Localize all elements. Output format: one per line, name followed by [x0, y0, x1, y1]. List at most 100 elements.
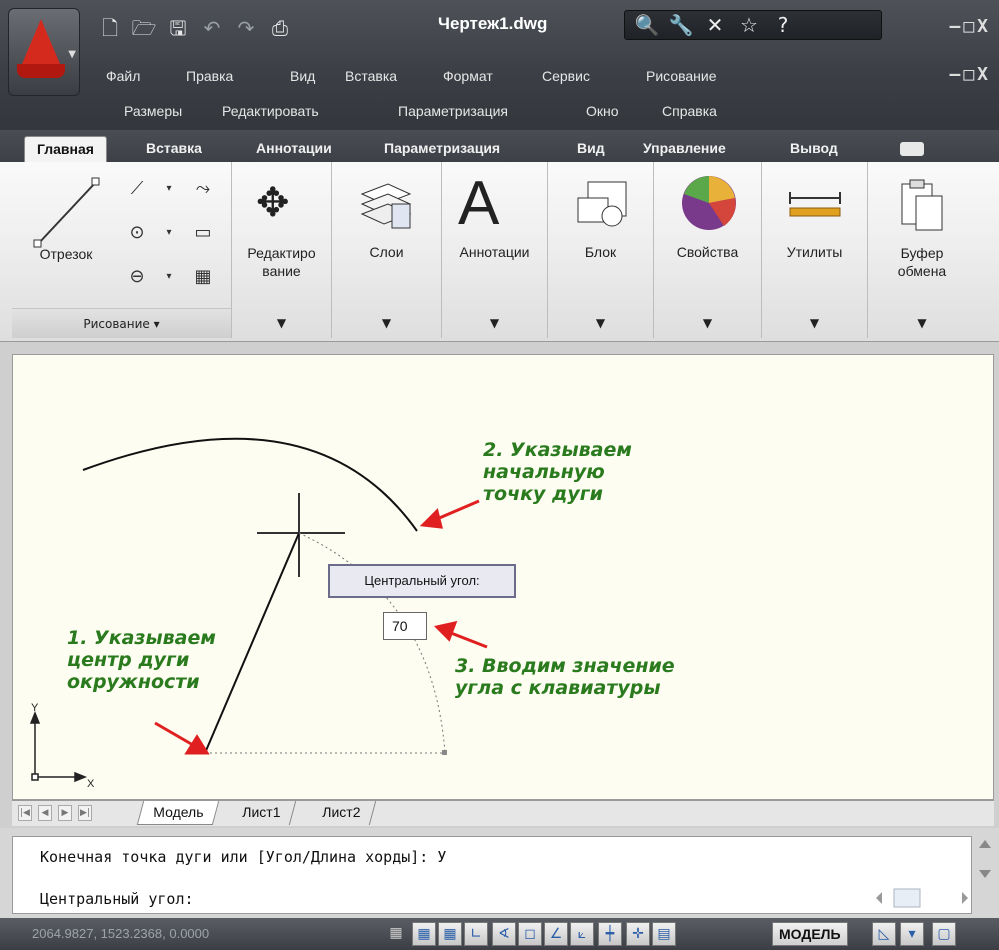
layers-icon[interactable] [358, 180, 414, 230]
ellipse-icon[interactable]: ⊖ [122, 262, 152, 290]
arrow-to-input [434, 620, 488, 649]
properties-label[interactable]: Свойства [654, 244, 761, 260]
clipboard-label[interactable]: Буфер обмена [868, 244, 976, 280]
print-icon[interactable]: ⎙ [266, 14, 294, 42]
chevron-down-icon[interactable]: ▼ [654, 308, 761, 338]
object-snap-tracking-icon[interactable]: ⟀ [570, 922, 594, 946]
tab-layout2[interactable]: Лист2 [306, 801, 377, 825]
utilities-label[interactable]: Утилиты [762, 244, 867, 260]
chevron-down-icon[interactable]: ▾ [154, 174, 184, 202]
ribbon-minimize-button[interactable] [900, 142, 924, 156]
infer-constraints-icon[interactable]: ▦ [384, 922, 408, 946]
layers-label[interactable]: Слои [332, 244, 441, 260]
command-horizontal-scrollbar[interactable] [870, 886, 974, 910]
dynamic-ucs-icon[interactable]: ┿ [598, 922, 622, 946]
tab-home[interactable]: Главная [24, 136, 107, 162]
panel-draw-footer[interactable]: Рисование ▾ [12, 308, 231, 338]
menu-item-draw[interactable]: Рисование [646, 68, 756, 84]
snap-icon[interactable]: ▦ [412, 922, 436, 946]
dynamic-input-icon[interactable]: ✛ [626, 922, 650, 946]
chevron-down-icon[interactable]: ▼ [762, 308, 867, 338]
next-layout-button[interactable]: ▶ [58, 805, 72, 821]
menu-item-file[interactable]: Файл [106, 68, 186, 84]
tab-layout1[interactable]: Лист1 [226, 801, 297, 825]
viewport-controls-icon[interactable]: ▾ [900, 922, 924, 946]
last-layout-button[interactable]: ▶| [78, 805, 92, 821]
chevron-down-icon: ▼ [68, 49, 76, 60]
title-bar: ▼ 🗋 🗁 🖫 ↶ ↷ ⎙ Чертеж1.dwg 🔍 🔧 ✕ ☆ ? –□X … [0, 0, 999, 130]
chevron-down-icon[interactable]: ▼ [442, 308, 547, 338]
chevron-down-icon[interactable]: ▼ [868, 308, 976, 338]
circle-icon[interactable]: ⊙ [122, 218, 152, 246]
menu-item-edit[interactable]: Правка [186, 68, 290, 84]
ucs-y-label: Y [31, 702, 39, 714]
application-menu-button[interactable]: ▼ [8, 8, 80, 96]
move-icon[interactable]: ✥ [256, 180, 290, 226]
clipboard-icon[interactable] [898, 178, 948, 234]
block-label[interactable]: Блок [548, 244, 653, 260]
open-folder-icon[interactable]: 🗁 [130, 14, 158, 42]
chevron-down-icon[interactable]: ▾ [154, 218, 184, 246]
binoculars-icon[interactable]: 🔍 [633, 13, 661, 37]
first-layout-button[interactable]: |◀ [18, 805, 32, 821]
menu-item-tools[interactable]: Сервис [542, 68, 646, 84]
layout-view-icon[interactable]: ◺ [872, 922, 896, 946]
lineweight-icon[interactable]: ▤ [652, 922, 676, 946]
star-icon[interactable]: ☆ [735, 13, 763, 37]
save-icon[interactable]: 🖫 [164, 14, 192, 42]
tab-insert[interactable]: Вставка [146, 136, 202, 162]
modify-label[interactable]: Редактиро вание [232, 244, 331, 280]
text-icon[interactable]: A [458, 168, 499, 239]
spline-icon[interactable]: ⤳ [188, 174, 218, 202]
new-file-icon[interactable]: 🗋 [96, 14, 124, 42]
rectangle-icon[interactable]: ▭ [188, 218, 218, 246]
chevron-down-icon[interactable]: ▾ [154, 262, 184, 290]
layout-tab-bar: |◀ ◀ ▶ ▶| Модель Лист1 Лист2 [12, 800, 994, 826]
hatch-icon[interactable]: ▦ [188, 262, 218, 290]
tab-model[interactable]: Модель [136, 801, 220, 825]
grid-icon[interactable]: ▦ [438, 922, 462, 946]
panel-utilities: Утилиты ▼ [762, 162, 868, 338]
chevron-down-icon[interactable]: ▼ [332, 308, 441, 338]
satellite-icon[interactable]: ✕ [701, 13, 729, 37]
menu-item-insert[interactable]: Вставка [345, 68, 443, 84]
block-icon[interactable] [574, 178, 630, 232]
3d-object-snap-icon[interactable]: ∠ [544, 922, 568, 946]
menu-item-view[interactable]: Вид [290, 68, 345, 84]
annotation-label[interactable]: Аннотации [442, 244, 547, 260]
info-center: 🔍 🔧 ✕ ☆ ? [624, 10, 882, 40]
line-tool-icon[interactable] [30, 176, 102, 252]
ortho-icon[interactable]: ∟ [464, 922, 488, 946]
object-snap-icon[interactable]: ◻ [518, 922, 542, 946]
menu-item-modify[interactable]: Редактировать [222, 103, 398, 119]
measure-icon[interactable] [786, 190, 844, 220]
command-prompt[interactable]: Центральный угол: [40, 890, 194, 908]
menu-item-help[interactable]: Справка [662, 103, 752, 119]
tab-parametric[interactable]: Параметризация [384, 136, 500, 162]
color-wheel-icon[interactable] [680, 174, 738, 232]
document-window-controls[interactable]: –□X [949, 64, 991, 85]
note-center: 1. Указываем центр дуги окружности [67, 627, 216, 693]
help-icon[interactable]: ? [769, 13, 797, 37]
tab-view[interactable]: Вид [577, 136, 605, 162]
chevron-down-icon[interactable]: ▼ [232, 308, 331, 338]
model-space-button[interactable]: МОДЕЛЬ [772, 922, 848, 946]
window-controls[interactable]: –□X [949, 16, 991, 37]
tab-manage[interactable]: Управление [643, 136, 726, 162]
tab-output[interactable]: Вывод [790, 136, 838, 162]
redo-icon[interactable]: ↷ [232, 14, 260, 42]
menu-item-format[interactable]: Формат [443, 68, 542, 84]
undo-icon[interactable]: ↶ [198, 14, 226, 42]
menu-item-dimension[interactable]: Размеры [124, 103, 222, 119]
angle-input-field[interactable]: 70 [383, 612, 427, 640]
wrench-icon[interactable]: 🔧 [667, 13, 695, 37]
polyline-icon[interactable]: ⟋ [122, 174, 152, 202]
menu-item-parametric[interactable]: Параметризация [398, 103, 586, 119]
tab-annotate[interactable]: Аннотации [256, 136, 332, 162]
clean-screen-icon[interactable]: ▢ [932, 922, 956, 946]
chevron-down-icon[interactable]: ▼ [548, 308, 653, 338]
command-vertical-scrollbar[interactable] [975, 836, 995, 882]
menu-item-window[interactable]: Окно [586, 103, 662, 119]
polar-tracking-icon[interactable]: ∢ [492, 922, 516, 946]
prev-layout-button[interactable]: ◀ [38, 805, 52, 821]
